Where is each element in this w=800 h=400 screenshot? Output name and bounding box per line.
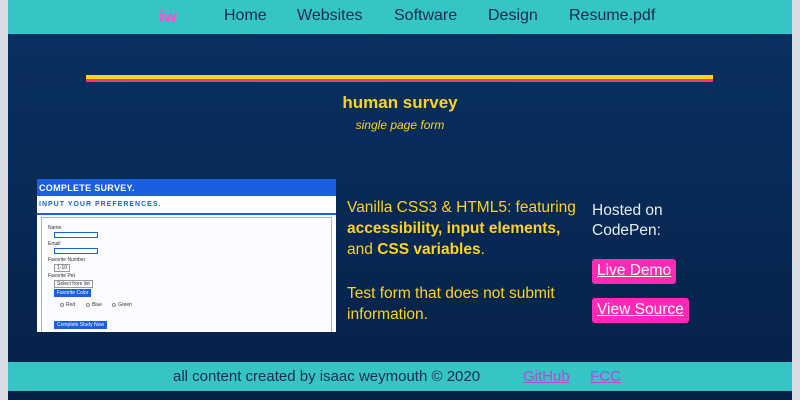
footer-link-github[interactable]: GitHub bbox=[523, 368, 570, 385]
thumb-heading: COMPLETE SURVEY. bbox=[37, 179, 336, 196]
thumb-divider bbox=[37, 213, 336, 215]
page-frame: iw Home Websites Software Design Resume.… bbox=[8, 0, 792, 400]
desc-and: and bbox=[347, 241, 373, 258]
footer: all content created by isaac weymouth © … bbox=[8, 362, 792, 391]
desc-end: . bbox=[480, 241, 485, 258]
top-nav: iw Home Websites Software Design Resume.… bbox=[8, 0, 792, 34]
thumb-field-label: Favorite Number bbox=[48, 257, 86, 263]
live-demo-button[interactable]: Live Demo bbox=[592, 259, 677, 284]
thumb-field-label: Name bbox=[48, 225, 62, 231]
thumb-input bbox=[54, 232, 98, 238]
desc-paragraph: Test form that does not submit informati… bbox=[347, 285, 555, 323]
desc-keyword: input elements, bbox=[446, 220, 561, 237]
desc-keyword: accessibility, bbox=[347, 220, 443, 237]
nav-link-resume[interactable]: Resume.pdf bbox=[569, 7, 655, 25]
thumb-radio: Blue bbox=[86, 302, 102, 308]
thumb-form-card: Name Email Favorite Number 1-10 Favorite… bbox=[41, 217, 332, 332]
header-stripe-pink bbox=[86, 79, 713, 82]
nav-link-websites[interactable]: Websites bbox=[297, 7, 363, 25]
footer-credit: all content created by isaac weymouth © … bbox=[173, 368, 481, 385]
thumb-field-label: Email bbox=[48, 241, 61, 247]
thumb-color-tab: Favorite Color bbox=[54, 289, 92, 297]
nav-link-home[interactable]: Home bbox=[224, 7, 267, 25]
thumb-field-label: Favorite Pet bbox=[48, 273, 75, 279]
thumb-radio: Green bbox=[112, 302, 132, 308]
nav-link-software[interactable]: Software bbox=[394, 7, 457, 25]
thumb-input bbox=[54, 248, 98, 254]
hosted-label: Hosted on CodePen: bbox=[592, 202, 663, 239]
nav-link-design[interactable]: Design bbox=[488, 7, 538, 25]
logo[interactable]: iw bbox=[159, 7, 177, 27]
thumb-submit: Complete Study Now bbox=[54, 321, 107, 329]
thumb-subheading: INPUT YOUR PREFERENCES. bbox=[39, 201, 162, 208]
page-subtitle: single page form bbox=[355, 118, 445, 132]
footer-link-fcc[interactable]: FCC bbox=[590, 368, 621, 385]
desc-intro: Vanilla CSS3 & HTML5: featuring bbox=[347, 199, 576, 216]
thumb-radio: Red bbox=[60, 302, 75, 308]
project-screenshot: COMPLETE SURVEY. INPUT YOUR PREFERENCES.… bbox=[37, 179, 336, 332]
thumb-number-input: 1-10 bbox=[54, 264, 71, 272]
page-title: human survey bbox=[342, 93, 458, 112]
view-source-button[interactable]: View Source bbox=[592, 298, 689, 323]
desc-keyword: CSS variables bbox=[377, 241, 481, 258]
project-description: Vanilla CSS3 & HTML5: featuring accessib… bbox=[347, 197, 583, 323]
thumb-select: Select from list bbox=[54, 280, 93, 288]
